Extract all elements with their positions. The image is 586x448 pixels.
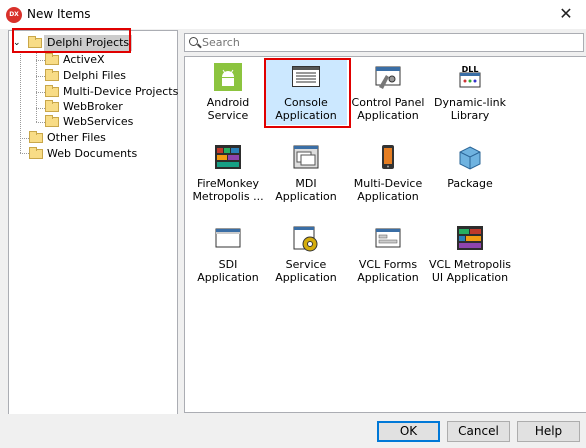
sdi-icon	[215, 228, 241, 248]
item-vcl-metropolis-ui-application[interactable]: VCL Metropolis UI Application	[429, 225, 511, 284]
cancel-button[interactable]: Cancel	[447, 421, 510, 442]
item-label: Metropolis ...	[192, 190, 264, 203]
mdi-icon	[293, 145, 319, 169]
folder-icon	[29, 147, 43, 159]
item-mdi-application[interactable]: MDI Application	[265, 144, 347, 203]
highlight-box	[12, 28, 131, 53]
item-multi-device-application[interactable]: Multi-Device Application	[347, 144, 429, 203]
item-label: Application	[357, 109, 419, 122]
svg-text:DLL: DLL	[462, 65, 479, 74]
multi-device-icon	[382, 145, 394, 169]
window-title: New Items	[27, 7, 91, 21]
folder-icon	[45, 85, 59, 97]
item-label: Application	[357, 271, 419, 284]
ok-button[interactable]: OK	[377, 421, 440, 442]
item-label: Library	[450, 109, 490, 122]
folder-icon	[45, 69, 59, 81]
folder-icon	[29, 131, 43, 143]
tree-item-label: Delphi Files	[63, 69, 126, 82]
folder-icon	[45, 100, 59, 112]
help-button[interactable]: Help	[517, 421, 580, 442]
dll-icon: DLL	[459, 65, 481, 88]
control-panel-icon	[375, 66, 401, 89]
title-bar: DX New Items ✕	[0, 0, 586, 29]
search-field[interactable]	[184, 33, 584, 52]
item-android-service[interactable]: Android Service	[187, 63, 269, 122]
item-package[interactable]: Package	[429, 144, 511, 190]
package-icon	[459, 146, 481, 170]
app-logo-icon: DX	[6, 7, 22, 23]
vcl-forms-icon	[375, 228, 401, 248]
item-firemonkey-metropolis[interactable]: FireMonkey Metropolis ...	[187, 144, 269, 203]
service-icon	[293, 226, 318, 252]
item-label: UI Application	[431, 271, 509, 284]
folder-icon	[45, 53, 59, 65]
tree-item-label: Multi-Device Projects	[63, 85, 179, 98]
item-control-panel-application[interactable]: Control Panel Application	[347, 63, 429, 122]
folder-icon	[45, 115, 59, 127]
item-label: Application	[357, 190, 419, 203]
tree-item-label: Other Files	[47, 131, 106, 144]
item-sdi-application[interactable]: SDI Application	[187, 225, 269, 284]
tree-item-label: WebServices	[63, 115, 134, 128]
item-service-application[interactable]: Service Application	[265, 225, 347, 284]
vcl-metropolis-icon	[457, 226, 483, 250]
item-vcl-forms-application[interactable]: VCL Forms Application	[347, 225, 429, 284]
android-icon	[214, 63, 242, 91]
highlight-box	[264, 58, 351, 128]
tree-item-label: ActiveX	[63, 53, 105, 66]
item-dynamic-link-library[interactable]: DLL Dynamic-link Library	[429, 63, 511, 122]
tree-item-label: WebBroker	[63, 100, 123, 113]
search-icon	[189, 37, 198, 46]
tree-item-label: Web Documents	[47, 147, 138, 160]
item-label: Application	[275, 271, 337, 284]
search-input[interactable]	[202, 34, 572, 51]
items-gallery: Android Service Console Application Cont…	[184, 56, 586, 413]
category-tree[interactable]: ⌄ Delphi Projects ActiveX Delphi Files M…	[8, 30, 178, 415]
close-icon[interactable]: ✕	[555, 3, 577, 25]
firemonkey-icon	[215, 145, 241, 169]
